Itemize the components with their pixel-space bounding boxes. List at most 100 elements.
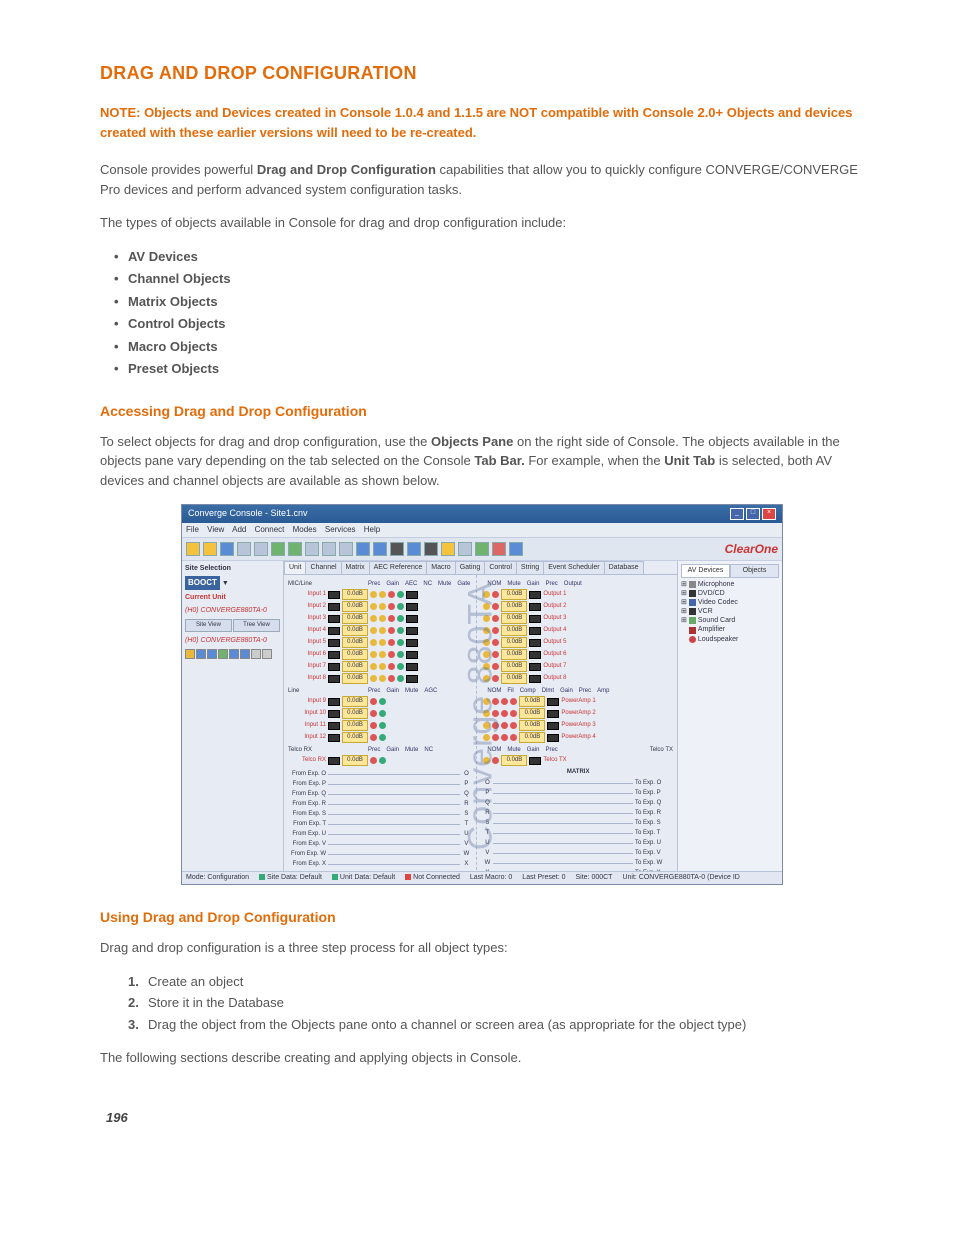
mic-input-row[interactable]: Input 8 0.0dB <box>288 673 470 684</box>
line-input-row[interactable]: Input 12 0.0dB <box>288 732 470 743</box>
gain-value[interactable]: 0.0dB <box>342 720 368 731</box>
nc-knob[interactable] <box>379 675 386 682</box>
from-exp-row[interactable]: From Exp. T T <box>288 820 470 829</box>
gate-knob[interactable] <box>397 675 404 682</box>
mic-output-row[interactable]: 0.0dB Output 1 <box>483 589 673 600</box>
aec-knob[interactable] <box>370 663 377 670</box>
telco-rx-row[interactable]: Telco RX 0.0dB <box>288 755 470 766</box>
dlmt-knob[interactable] <box>510 710 517 717</box>
nc-knob[interactable] <box>379 639 386 646</box>
toolbar-icon[interactable] <box>492 542 506 556</box>
mini-icon[interactable] <box>229 649 239 659</box>
gate-knob[interactable] <box>397 639 404 646</box>
nc-knob[interactable] <box>379 627 386 634</box>
mute-knob[interactable] <box>388 651 395 658</box>
toolbar-icon[interactable] <box>475 542 489 556</box>
mic-input-row[interactable]: Input 1 0.0dB <box>288 589 470 600</box>
mute-knob[interactable] <box>388 591 395 598</box>
tab-matrix[interactable]: Matrix <box>341 561 370 575</box>
toolbar-icon[interactable] <box>220 542 234 556</box>
gain-value[interactable]: 0.0dB <box>519 708 545 719</box>
gain-value[interactable]: 0.0dB <box>519 696 545 707</box>
mic-output-row[interactable]: 0.0dB Output 8 <box>483 673 673 684</box>
mute-knob[interactable] <box>370 734 377 741</box>
nc-knob[interactable] <box>379 591 386 598</box>
to-exp-row[interactable]: X To Exp. X <box>483 869 673 871</box>
tree-view-button[interactable]: Tree View <box>233 619 280 632</box>
nc-knob[interactable] <box>379 757 386 764</box>
gate-knob[interactable] <box>397 663 404 670</box>
line-input-row[interactable]: Input 10 0.0dB <box>288 708 470 719</box>
gain-value[interactable]: 0.0dB <box>342 732 368 743</box>
line-output-row[interactable]: 0.0dB PowerAmp 4 <box>483 732 673 743</box>
tab-event[interactable]: Event Scheduler <box>543 561 604 575</box>
mic-output-row[interactable]: 0.0dB Output 3 <box>483 613 673 624</box>
toolbar-icon[interactable] <box>441 542 455 556</box>
tree-item-videocodec[interactable]: ⊞Video Codec <box>681 598 779 607</box>
from-exp-row[interactable]: From Exp. R R <box>288 800 470 809</box>
to-exp-row[interactable]: T To Exp. T <box>483 829 673 838</box>
telco-tx-row[interactable]: 0.0dB Telco TX <box>483 755 673 766</box>
help-icon[interactable] <box>509 542 523 556</box>
agc-knob[interactable] <box>379 698 386 705</box>
mute-knob[interactable] <box>370 710 377 717</box>
from-exp-row[interactable]: From Exp. Y Y <box>288 870 470 871</box>
tab-aec[interactable]: AEC Reference <box>369 561 428 575</box>
mute-knob[interactable] <box>370 698 377 705</box>
mic-input-row[interactable]: Input 6 0.0dB <box>288 649 470 660</box>
tab-av-devices[interactable]: AV Devices <box>681 564 730 579</box>
from-exp-row[interactable]: From Exp. P P <box>288 780 470 789</box>
line-output-row[interactable]: 0.0dB PowerAmp 1 <box>483 696 673 707</box>
mic-input-row[interactable]: Input 4 0.0dB <box>288 625 470 636</box>
mini-icon[interactable] <box>207 649 217 659</box>
minimize-button[interactable]: _ <box>730 508 744 520</box>
toolbar-icon[interactable] <box>407 542 421 556</box>
to-exp-row[interactable]: V To Exp. V <box>483 849 673 858</box>
tab-unit[interactable]: Unit <box>284 561 306 575</box>
toolbar-icon[interactable] <box>203 542 217 556</box>
toolbar-icon[interactable] <box>373 542 387 556</box>
mic-input-row[interactable]: Input 7 0.0dB <box>288 661 470 672</box>
to-exp-row[interactable]: Q To Exp. Q <box>483 799 673 808</box>
gate-knob[interactable] <box>397 591 404 598</box>
tree-item-loudspeaker[interactable]: ⊞Loudspeaker <box>681 635 779 644</box>
aec-knob[interactable] <box>370 615 377 622</box>
gain-value[interactable]: 0.0dB <box>342 589 368 600</box>
close-button[interactable]: × <box>762 508 776 520</box>
mic-output-row[interactable]: 0.0dB Output 2 <box>483 601 673 612</box>
gate-knob[interactable] <box>397 603 404 610</box>
line-input-row[interactable]: Input 11 0.0dB <box>288 720 470 731</box>
mini-icon[interactable] <box>262 649 272 659</box>
mic-output-row[interactable]: 0.0dB Output 4 <box>483 625 673 636</box>
gain-value[interactable]: 0.0dB <box>342 613 368 624</box>
nc-knob[interactable] <box>379 615 386 622</box>
gain-value[interactable]: 0.0dB <box>342 708 368 719</box>
toolbar-icon[interactable] <box>424 542 438 556</box>
dlmt-knob[interactable] <box>510 734 517 741</box>
nc-knob[interactable] <box>379 651 386 658</box>
menu-help[interactable]: Help <box>364 525 380 534</box>
toolbar-icon[interactable] <box>288 542 302 556</box>
to-exp-row[interactable]: O To Exp. O <box>483 779 673 788</box>
tab-objects[interactable]: Objects <box>730 564 779 579</box>
tree-item-amplifier[interactable]: ⊞Amplifier <box>681 625 779 634</box>
mic-output-row[interactable]: 0.0dB Output 6 <box>483 649 673 660</box>
line-output-row[interactable]: 0.0dB PowerAmp 3 <box>483 720 673 731</box>
site-view-button[interactable]: Site View <box>185 619 232 632</box>
tab-gating[interactable]: Gating <box>455 561 486 575</box>
mute-knob[interactable] <box>388 639 395 646</box>
mute-knob[interactable] <box>388 615 395 622</box>
toolbar-icon[interactable] <box>254 542 268 556</box>
tab-channel[interactable]: Channel <box>305 561 341 575</box>
toolbar-icon[interactable] <box>356 542 370 556</box>
tab-macro[interactable]: Macro <box>426 561 455 575</box>
aec-knob[interactable] <box>370 639 377 646</box>
aec-knob[interactable] <box>370 651 377 658</box>
from-exp-row[interactable]: From Exp. X X <box>288 860 470 869</box>
agc-knob[interactable] <box>379 710 386 717</box>
tree-item-soundcard[interactable]: ⊞Sound Card <box>681 616 779 625</box>
tree-item-microphone[interactable]: ⊞Microphone <box>681 580 779 589</box>
to-exp-row[interactable]: P To Exp. P <box>483 789 673 798</box>
mute-knob[interactable] <box>388 675 395 682</box>
mini-icon[interactable] <box>240 649 250 659</box>
